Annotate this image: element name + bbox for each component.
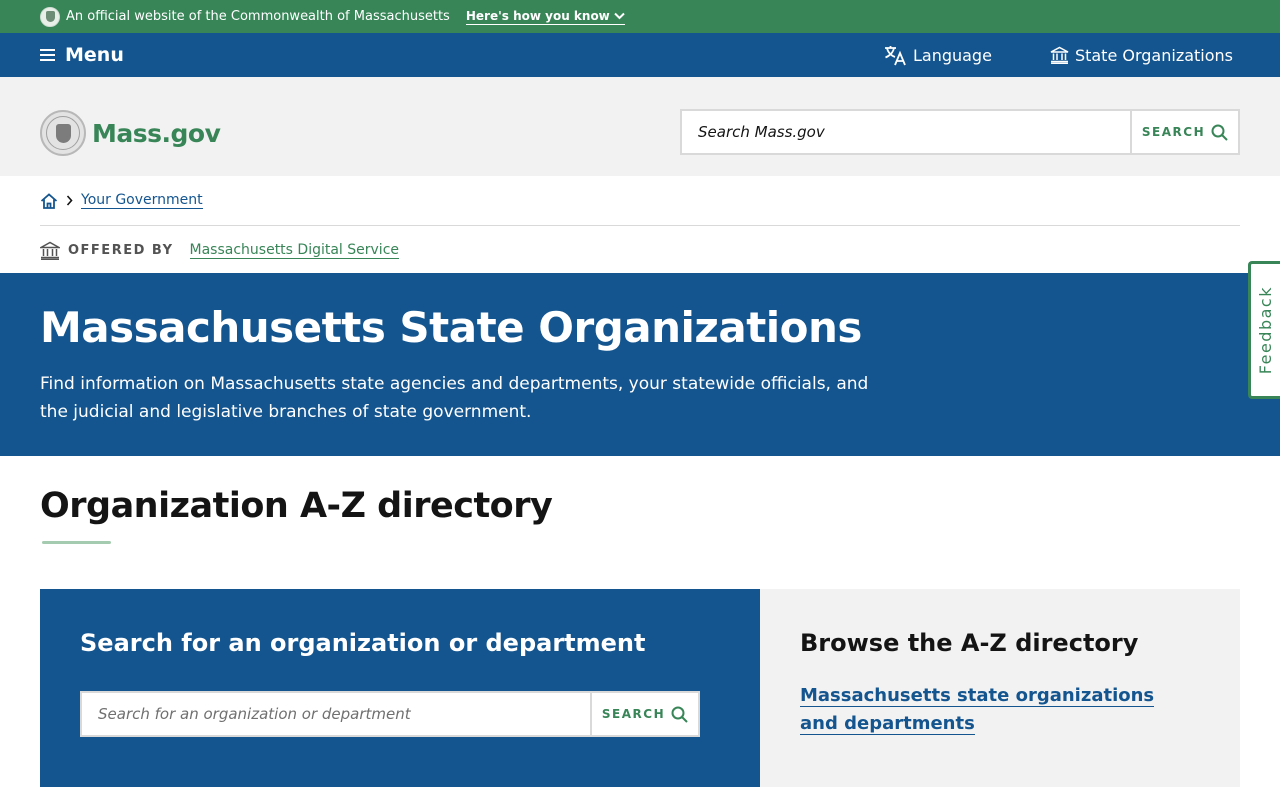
chevron-right-icon xyxy=(66,195,73,206)
state-seal-icon xyxy=(40,110,86,156)
breadcrumb: Your Government xyxy=(40,192,203,209)
org-search-button[interactable]: SEARCH xyxy=(590,693,698,735)
breadcrumb-divider xyxy=(40,225,1240,226)
menu-label: Menu xyxy=(65,44,124,66)
org-search-panel: Search for an organization or department… xyxy=(40,589,760,787)
building-icon xyxy=(40,241,60,260)
chevron-down-icon xyxy=(614,12,625,19)
seal-icon xyxy=(40,6,60,27)
state-organizations-button[interactable]: State Organizations xyxy=(1050,46,1233,65)
feedback-button[interactable]: Feedback xyxy=(1248,261,1280,399)
offered-by-label: OFFERED BY xyxy=(68,243,174,258)
site-header: Mass.gov SEARCH xyxy=(0,77,1280,176)
mass-gov-logo[interactable]: Mass.gov xyxy=(40,110,221,156)
site-search: SEARCH xyxy=(680,109,1240,155)
logo-text: Mass.gov xyxy=(92,118,221,148)
offered-by: OFFERED BY Massachusetts Digital Service xyxy=(40,241,400,260)
home-icon[interactable] xyxy=(40,192,58,209)
search-icon xyxy=(671,706,688,723)
feedback-label: Feedback xyxy=(1256,285,1275,375)
org-search: SEARCH xyxy=(80,691,700,737)
org-search-title: Search for an organization or department xyxy=(80,629,646,657)
language-label: Language xyxy=(912,45,992,65)
menu-button[interactable]: Menu xyxy=(40,33,124,77)
directory-title: Organization A-Z directory xyxy=(40,486,553,526)
page-title: Massachusetts State Organizations xyxy=(40,303,862,352)
top-navigation: Menu Language State Organizations xyxy=(0,33,1280,77)
translate-icon xyxy=(884,46,906,66)
hamburger-icon xyxy=(40,49,55,61)
building-icon xyxy=(1050,46,1069,64)
page-description: Find information on Massachusetts state … xyxy=(40,374,869,422)
browse-panel: Browse the A-Z directory Massachusetts s… xyxy=(760,589,1240,787)
offered-by-org-link[interactable]: Massachusetts Digital Service xyxy=(189,242,400,259)
site-search-input[interactable] xyxy=(682,111,1130,153)
language-button[interactable]: Language xyxy=(883,44,992,66)
org-search-button-label: SEARCH xyxy=(601,707,666,721)
breadcrumb-your-government[interactable]: Your Government xyxy=(81,192,203,209)
search-icon xyxy=(1211,124,1228,141)
site-search-button-label: SEARCH xyxy=(1141,125,1206,139)
browse-directory-link[interactable]: Massachusetts state organizations and de… xyxy=(800,682,1180,738)
utility-nav: Language State Organizations xyxy=(883,33,1233,77)
official-text: An official website of the Commonwealth … xyxy=(66,9,450,24)
org-search-input[interactable] xyxy=(82,693,590,735)
state-organizations-label: State Organizations xyxy=(1074,45,1233,65)
how-you-know-button[interactable]: Here's how you know xyxy=(465,8,625,25)
how-you-know-label: Here's how you know xyxy=(465,8,610,23)
page-hero: Massachusetts State Organizations Find i… xyxy=(0,273,1280,456)
browse-directory-link-text: Massachusetts state organizations and de… xyxy=(800,685,1155,735)
official-banner: An official website of the Commonwealth … xyxy=(0,0,1280,33)
browse-title: Browse the A-Z directory xyxy=(800,629,1139,657)
directory-title-underline xyxy=(42,541,111,544)
site-search-button[interactable]: SEARCH xyxy=(1130,111,1238,153)
